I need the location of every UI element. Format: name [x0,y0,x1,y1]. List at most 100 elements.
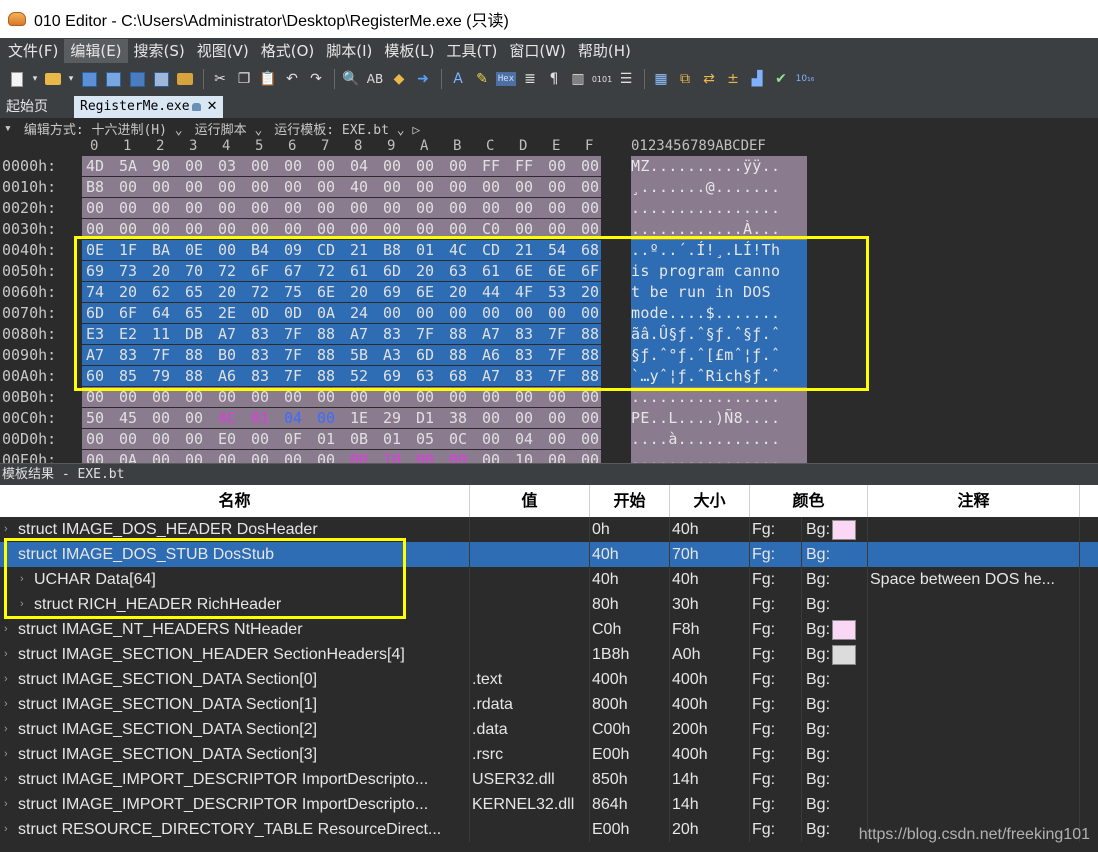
hex-byte[interactable]: 00 [118,429,151,450]
hex-byte[interactable]: 00 [382,177,415,198]
hex-byte[interactable]: A7 [481,366,514,387]
hex-byte[interactable]: 00 [184,219,217,240]
hex-byte[interactable]: 83 [514,324,547,345]
histogram-icon[interactable]: ▟ [746,68,768,90]
hex-byte[interactable]: 00 [316,219,349,240]
hex-byte[interactable]: DB [184,324,217,345]
find-icon[interactable]: 🔍 [340,68,362,90]
hex-byte[interactable]: 00 [547,303,580,324]
hex-byte[interactable]: CD [481,240,514,261]
hex-byte[interactable]: 00 [580,198,613,219]
hex-byte[interactable]: 00 [283,177,316,198]
hex-byte[interactable]: 00 [547,450,580,463]
base-convert-icon[interactable]: 10₁₆ [794,68,816,90]
hex-byte[interactable]: 00 [316,177,349,198]
hex-byte[interactable]: 0C [448,429,481,450]
hex-byte[interactable]: 83 [382,324,415,345]
hex-byte[interactable]: 00 [547,387,580,408]
hex-byte[interactable]: 00 [349,450,382,463]
hex-byte[interactable]: 00 [448,303,481,324]
hex-byte[interactable]: 0D [283,303,316,324]
hex-byte[interactable]: 00 [349,198,382,219]
table-row[interactable]: › struct IMAGE_SECTION_HEADER SectionHead… [0,642,1098,667]
hex-byte[interactable]: 00 [184,387,217,408]
table-row[interactable]: › struct IMAGE_DOS_STUB DosStub 40h 70h Fg: B… [0,542,1098,567]
calculator-icon[interactable]: ▦ [650,68,672,90]
hex-byte[interactable]: 04 [283,408,316,429]
hex-byte[interactable]: 54 [547,240,580,261]
ascii-text[interactable]: ............À... [631,219,807,240]
expand-arrow-icon[interactable]: › [4,742,16,767]
hex-byte[interactable]: 00 [448,177,481,198]
hex-byte[interactable]: 00 [349,219,382,240]
hex-byte[interactable]: 00 [316,156,349,177]
hex-byte[interactable]: 6F [580,261,613,282]
menu-item[interactable]: 视图(V) [191,39,255,63]
save-as-icon[interactable] [102,68,124,90]
checksum-icon[interactable]: ± [722,68,744,90]
hex-byte[interactable]: 65 [184,303,217,324]
hex-byte[interactable]: 00 [250,450,283,463]
open-folder-icon[interactable] [42,68,64,90]
hex-byte[interactable]: 00 [316,450,349,463]
hex-byte[interactable]: 00 [184,198,217,219]
compare-icon[interactable]: ⧉ [674,68,696,90]
hex-byte[interactable]: 1F [118,240,151,261]
hex-editor[interactable]: 0 1 2 3 4 5 6 7 8 9 A B C D E F 0123456789ABCDEF 0000h: 4D… [0,138,1098,463]
expand-arrow-icon[interactable]: › [4,767,16,792]
hex-byte[interactable]: 00 [415,387,448,408]
hex-byte[interactable]: 00 [547,408,580,429]
menu-item[interactable]: 编辑(E) [64,39,128,63]
hex-byte[interactable]: 00 [481,198,514,219]
hex-byte[interactable]: 04 [349,156,382,177]
expand-arrow-icon[interactable]: › [4,517,16,542]
hex-byte[interactable]: 7F [547,345,580,366]
hex-byte[interactable]: 00 [217,219,250,240]
hex-byte[interactable]: 00 [415,198,448,219]
hex-byte[interactable]: 00 [580,429,613,450]
hex-byte[interactable]: 63 [448,261,481,282]
hex-byte[interactable]: 7F [547,366,580,387]
hex-byte[interactable]: 0F [283,429,316,450]
hex-byte[interactable]: 0D [250,303,283,324]
hex-byte[interactable]: 7F [283,324,316,345]
hex-byte[interactable]: 83 [250,324,283,345]
hex-byte[interactable]: 00 [448,450,481,463]
hex-mode-icon[interactable]: Hex [495,68,517,90]
hex-byte[interactable]: 6E [547,261,580,282]
table-row[interactable]: › struct RICH_HEADER RichHeader 80h 30h Fg: B… [0,592,1098,617]
hex-byte[interactable]: 00 [316,387,349,408]
hex-byte[interactable]: 00 [151,429,184,450]
hex-byte[interactable]: E2 [118,324,151,345]
hex-byte[interactable]: 00 [85,387,118,408]
hex-byte[interactable]: 83 [118,345,151,366]
hex-byte[interactable]: 00 [316,408,349,429]
save-icon[interactable] [78,68,100,90]
hex-byte[interactable]: 00 [580,408,613,429]
hex-byte[interactable]: 2E [217,303,250,324]
hex-byte[interactable]: A6 [217,366,250,387]
hex-byte[interactable]: 0A [316,303,349,324]
hex-byte[interactable]: B4 [250,240,283,261]
hex-byte[interactable]: 00 [514,198,547,219]
hex-byte[interactable]: 00 [118,219,151,240]
hex-byte[interactable]: BA [151,240,184,261]
hex-byte[interactable]: 88 [448,345,481,366]
hex-byte[interactable]: 1E [349,408,382,429]
expand-arrow-icon[interactable]: › [4,617,16,642]
hex-byte[interactable]: 00 [250,198,283,219]
menu-item[interactable]: 窗口(W) [503,39,572,63]
hex-byte[interactable]: 00 [151,198,184,219]
hex-byte[interactable]: 00 [250,177,283,198]
hex-byte[interactable]: 00 [151,219,184,240]
hex-byte[interactable]: 74 [85,282,118,303]
hex-byte[interactable]: B8 [85,177,118,198]
hex-byte[interactable]: 4D [85,156,118,177]
hex-byte[interactable]: 00 [85,450,118,463]
hex-byte[interactable]: 7F [283,366,316,387]
expand-arrow-icon[interactable]: › [4,542,16,567]
expand-arrow-icon[interactable]: › [4,667,16,692]
hex-byte[interactable]: 00 [151,177,184,198]
hex-byte[interactable]: 4C [217,408,250,429]
hex-byte[interactable]: 00 [481,177,514,198]
